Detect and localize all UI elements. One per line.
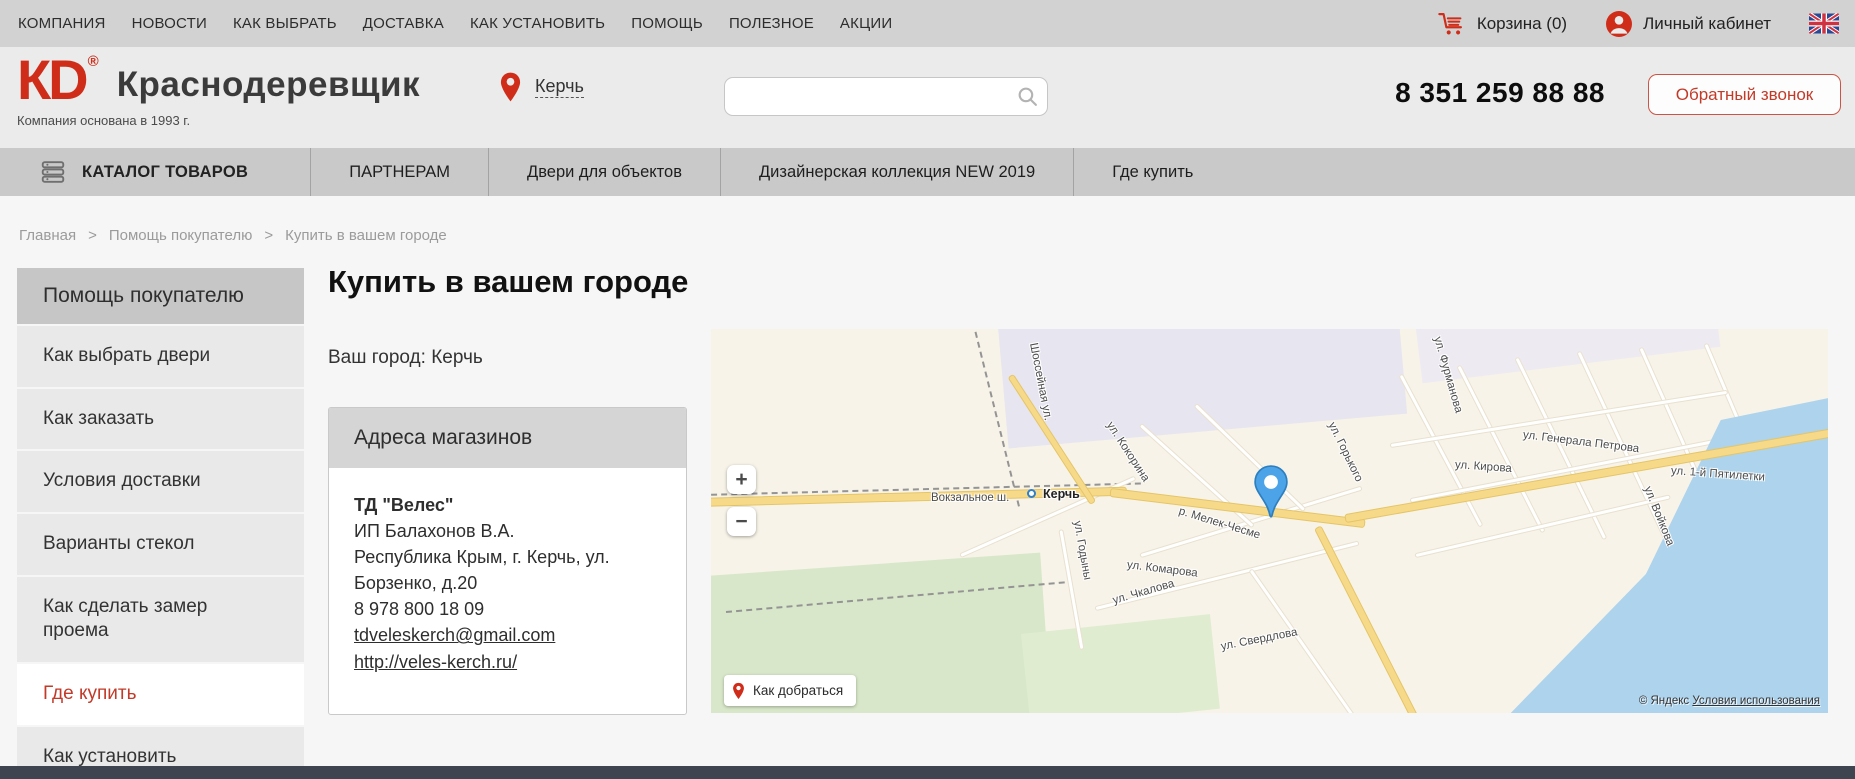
page: КОМПАНИЯ НОВОСТИ КАК ВЫБРАТЬ ДОСТАВКА КАК УС… — [0, 0, 1855, 779]
map-directions-button[interactable]: Как добраться — [724, 675, 856, 706]
nav-catalog-label: КАТАЛОГ ТОВАРОВ — [82, 163, 248, 182]
your-city-label: Ваш город: — [328, 347, 426, 368]
topbar-menu-item[interactable]: ПОЛЕЗНОЕ — [729, 15, 814, 32]
map-terms-link[interactable]: Условия использования — [1692, 695, 1820, 707]
cart-icon — [1437, 10, 1467, 37]
language-flag-uk-icon[interactable] — [1809, 13, 1839, 34]
directions-label: Как добраться — [753, 683, 843, 698]
map-main-road — [1111, 489, 1365, 527]
nav-item[interactable]: Двери для объектов — [488, 148, 720, 196]
map-road — [1416, 496, 1670, 557]
store-email-link[interactable]: tdveleskerch@gmail.com — [354, 622, 555, 648]
map-station-label: Керчь — [1043, 487, 1080, 501]
map-street-label: Вокзальное ш. — [931, 492, 1009, 504]
logo-tagline: Компания основана в 1993 г. — [17, 113, 190, 128]
header-phone: 8 351 259 88 88 — [1395, 77, 1605, 109]
breadcrumb-separator: > — [264, 227, 273, 244]
yandex-map[interactable]: Шоссейная ул.ул. Кокоринаул. Фурмановаул… — [711, 329, 1828, 713]
sidebar: Помощь покупателю Как выбрать двериКак з… — [17, 268, 304, 779]
map-attribution: © Яндекс Условия использования — [1639, 695, 1820, 707]
topbar-menu-item[interactable]: АКЦИИ — [840, 15, 892, 32]
logo-mark: КD — [17, 51, 86, 109]
sidebar-item[interactable]: Где купить — [17, 664, 304, 727]
logo[interactable]: КD ® Краснодеревщик — [17, 51, 420, 109]
account-icon — [1605, 10, 1633, 38]
logo-registered-mark: ® — [88, 53, 99, 70]
store-card-body: ТД "Велес" ИП Балахонов В.А.Республика К… — [329, 468, 686, 699]
search-input[interactable] — [724, 77, 1048, 116]
breadcrumb: Главная > Помощь покупателю > Купить в вашем… — [19, 227, 447, 244]
map-zoom-out-button[interactable]: − — [727, 507, 756, 536]
city-selector-link[interactable]: Керчь — [535, 76, 584, 98]
cart-label: Корзина (0) — [1477, 14, 1567, 34]
map-street-label: ул. Горького — [1326, 420, 1365, 483]
map-street-label: ул. Свердлова — [1220, 626, 1299, 653]
store-name: ТД "Велес" — [354, 492, 661, 518]
breadcrumb-separator: > — [88, 227, 97, 244]
breadcrumb-item[interactable]: Главная — [19, 227, 76, 244]
map-zoom-in-button[interactable]: + — [727, 465, 756, 494]
page-title: Купить в вашем городе — [328, 264, 688, 300]
store-address-line: Республика Крым, г. Керчь, ул. Борзенко,… — [354, 544, 661, 596]
store-addresses-card: Адреса магазинов ТД "Велес" ИП Балахонов… — [328, 407, 687, 715]
topbar: КОМПАНИЯ НОВОСТИ КАК ВЫБРАТЬ ДОСТАВКА КАК УС… — [0, 0, 1855, 47]
topbar-menu-item[interactable]: КАК ВЫБРАТЬ — [233, 15, 337, 32]
account-label: Личный кабинет — [1643, 14, 1771, 34]
nav-item-catalog[interactable]: КАТАЛОГ ТОВАРОВ — [0, 148, 310, 196]
callback-button[interactable]: Обратный звонок — [1648, 74, 1841, 115]
topbar-menu-item[interactable]: ДОСТАВКА — [363, 15, 444, 32]
map-placemark-icon[interactable] — [1253, 465, 1289, 518]
map-street-label: ул. Годыны — [1071, 520, 1093, 581]
topbar-menu-item[interactable]: КОМПАНИЯ — [18, 15, 106, 32]
nav-item[interactable]: ПАРТНЕРАМ — [310, 148, 488, 196]
store-website-link[interactable]: http://veles-kerch.ru/ — [354, 649, 517, 675]
nav-item[interactable]: Дизайнерская коллекция NEW 2019 — [720, 148, 1073, 196]
account-button[interactable]: Личный кабинет — [1605, 10, 1771, 38]
city-selector: Керчь — [499, 71, 584, 103]
logo-wordmark: Краснодеревщик — [117, 65, 420, 105]
sidebar-item[interactable]: Как заказать — [17, 389, 304, 452]
store-card-title: Адреса магазинов — [329, 408, 686, 468]
sidebar-item[interactable]: Варианты стекол — [17, 514, 304, 577]
nav-item[interactable]: Где купить — [1073, 148, 1231, 196]
map-area — [1021, 614, 1220, 713]
location-pin-icon — [499, 71, 522, 103]
map-street-label: ул. Войкова — [1641, 485, 1676, 548]
catalog-icon — [39, 160, 67, 184]
map-area — [1411, 329, 1720, 383]
breadcrumb-item: Купить в вашем городе — [285, 227, 447, 244]
map-area — [996, 329, 1407, 448]
sidebar-title: Помощь покупателю — [17, 268, 304, 326]
topbar-menu-item[interactable]: КАК УСТАНОВИТЬ — [470, 15, 605, 32]
store-lines: ИП Балахонов В.А.Республика Крым, г. Кер… — [354, 518, 661, 622]
map-street-label: ул. Кирова — [1455, 459, 1513, 475]
store-address-line: ИП Балахонов В.А. — [354, 518, 661, 544]
your-city-link[interactable]: Керчь — [431, 347, 483, 368]
sidebar-item[interactable]: Как выбрать двери — [17, 326, 304, 389]
topbar-menu-item[interactable]: ПОМОЩЬ — [631, 15, 703, 32]
search-icon[interactable] — [1017, 86, 1038, 107]
map-copyright: © Яндекс — [1639, 695, 1689, 707]
sidebar-item[interactable]: Как сделать замер проема — [17, 577, 304, 664]
header: КD ® Краснодеревщик Компания основана в … — [0, 47, 1855, 148]
topbar-menu-item[interactable]: НОВОСТИ — [132, 15, 207, 32]
topbar-menu: КОМПАНИЯ НОВОСТИ КАК ВЫБРАТЬ ДОСТАВКА КАК УС… — [18, 15, 892, 32]
store-address-line: 8 978 800 18 09 — [354, 596, 661, 622]
sidebar-item[interactable]: Условия доставки — [17, 451, 304, 514]
your-city: Ваш город: Керчь — [328, 347, 483, 369]
breadcrumb-item[interactable]: Помощь покупателю — [109, 227, 252, 244]
directions-pin-icon — [732, 682, 745, 700]
footer-strip — [0, 766, 1855, 779]
search — [724, 77, 1048, 116]
cart-button[interactable]: Корзина (0) — [1437, 10, 1567, 37]
map-street-label: ул. Генерала Петрова — [1522, 429, 1640, 455]
map-station-dot — [1027, 489, 1036, 498]
map-street-label: ул. Комарова — [1126, 559, 1198, 580]
main-nav: КАТАЛОГ ТОВАРОВ ПАРТНЕРАМДвери для объек… — [0, 148, 1855, 196]
topbar-right: Корзина (0) Личный кабинет — [1437, 10, 1839, 38]
